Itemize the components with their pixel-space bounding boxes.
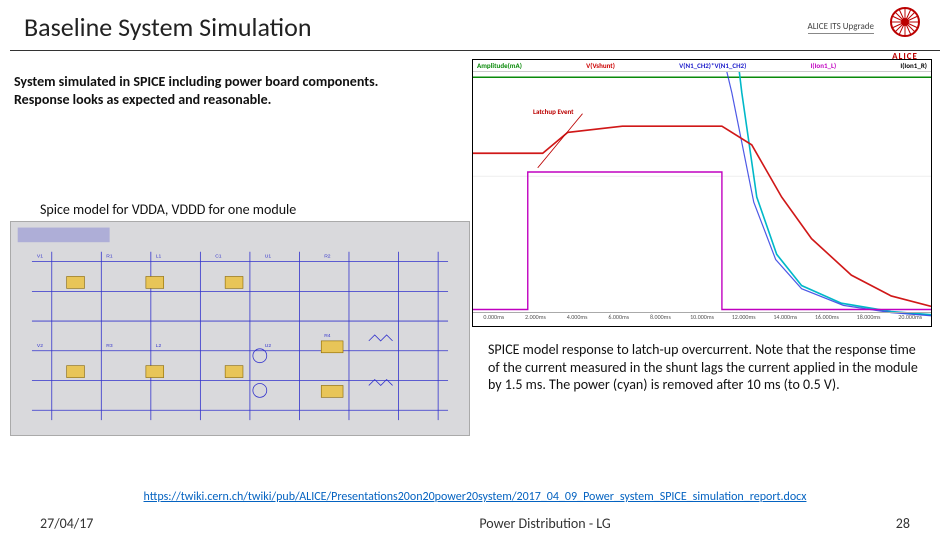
slide-body: System simulated in SPICE including powe… xyxy=(0,51,950,471)
xtick: 18.000ms xyxy=(848,313,890,322)
svg-text:R1: R1 xyxy=(106,254,113,260)
page-title: Baseline System Simulation xyxy=(24,11,808,43)
xtick: 4.000ms xyxy=(556,313,598,322)
svg-text:R4: R4 xyxy=(324,333,331,339)
footer-center: Power Distribution - LG xyxy=(240,515,850,532)
svg-text:R3: R3 xyxy=(106,343,113,349)
xtick: 8.000ms xyxy=(640,313,682,322)
spice-response-chart: Amplitude(mA) V(Vshunt) V(N1_CH2)*V(N1_C… xyxy=(472,59,932,327)
spice-schematic-figure: V1 R1 L1 C1 U1 R2 V2 R3 L2 U2 R4 xyxy=(10,221,470,436)
svg-text:L2: L2 xyxy=(156,343,162,349)
chart-plot-area: Latchup Event 0.000ms 2.000ms xyxy=(473,72,931,322)
alice-logo: ALICE xyxy=(884,6,926,48)
chart-x-axis: 0.000ms 2.000ms 4.000ms 6.000ms 8.000ms … xyxy=(473,312,931,322)
xtick: 16.000ms xyxy=(806,313,848,322)
legend-item-1: Amplitude(mA) xyxy=(477,61,522,70)
legend-item-2: V(Vshunt) xyxy=(586,61,615,70)
svg-text:C1: C1 xyxy=(215,254,222,260)
slide-header: Baseline System Simulation ALICE ITS Upg… xyxy=(10,0,940,51)
svg-text:U1: U1 xyxy=(265,254,272,260)
upgrade-label: ALICE ITS Upgrade xyxy=(808,21,874,34)
xtick: 6.000ms xyxy=(598,313,640,322)
footer-date: 27/04/17 xyxy=(40,515,240,532)
reference-link[interactable]: https://twiki.cern.ch/twiki/pub/ALICE/Pr… xyxy=(144,490,807,504)
slide-footer: 27/04/17 Power Distribution - LG 28 xyxy=(0,515,950,532)
svg-text:V1: V1 xyxy=(37,254,43,260)
xtick: 14.000ms xyxy=(764,313,806,322)
schematic-caption: Spice model for VDDA, VDDD for one modul… xyxy=(40,201,296,218)
xtick: 2.000ms xyxy=(515,313,557,322)
legend-item-5: I(Ion1_R) xyxy=(900,61,927,70)
xtick: 10.000ms xyxy=(681,313,723,322)
xtick: 12.000ms xyxy=(723,313,765,322)
svg-text:R2: R2 xyxy=(324,254,331,260)
chart-legend: Amplitude(mA) V(Vshunt) V(N1_CH2)*V(N1_C… xyxy=(473,60,931,72)
xtick: 20.000ms xyxy=(889,313,931,322)
response-paragraph: SPICE model response to latch-up overcur… xyxy=(488,341,918,394)
reference-link-row: https://twiki.cern.ch/twiki/pub/ALICE/Pr… xyxy=(0,490,950,504)
intro-paragraph: System simulated in SPICE including powe… xyxy=(14,73,434,108)
legend-item-4: I(Ion1_L) xyxy=(811,61,837,70)
footer-page-number: 28 xyxy=(850,515,910,532)
svg-text:L1: L1 xyxy=(156,254,162,260)
chart-annotation-latchup: Latchup Event xyxy=(533,107,574,116)
svg-text:V2: V2 xyxy=(37,343,43,349)
legend-item-3: V(N1_CH2)*V(N1_CH2) xyxy=(679,61,746,70)
xtick: 0.000ms xyxy=(473,313,515,322)
svg-text:U2: U2 xyxy=(265,343,272,349)
